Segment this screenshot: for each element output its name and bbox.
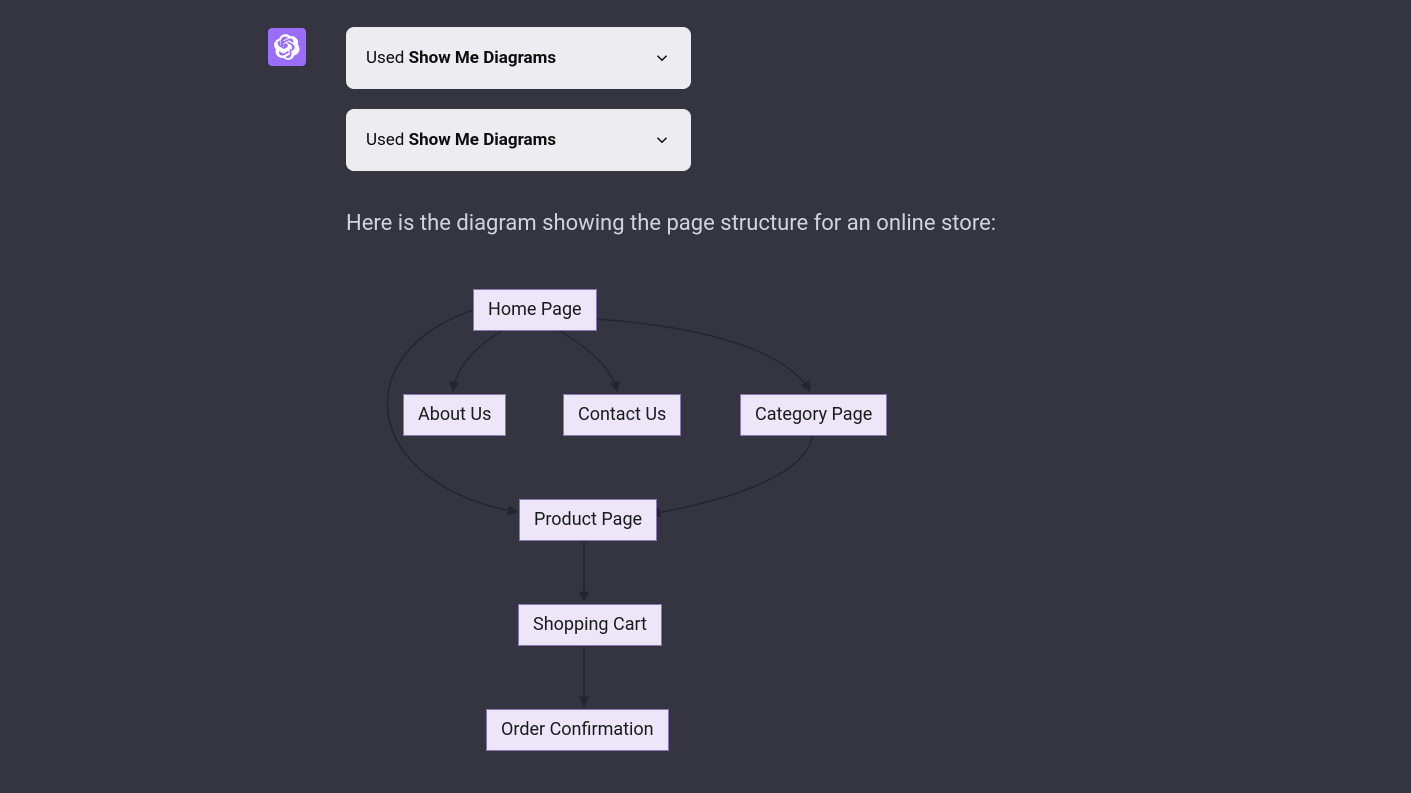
plugin-call-collapsible[interactable]: Used Show Me Diagrams xyxy=(346,109,691,171)
plugin-call-collapsible[interactable]: Used Show Me Diagrams xyxy=(346,27,691,89)
chevron-down-icon xyxy=(653,131,671,149)
plugin-call-label: Used Show Me Diagrams xyxy=(366,130,556,150)
message-content: Used Show Me Diagrams Used Show Me Diagr… xyxy=(346,27,996,776)
diagram-node-cart: Shopping Cart xyxy=(518,604,662,646)
plugin-call-label: Used Show Me Diagrams xyxy=(366,48,556,68)
diagram: Home Page About Us Contact Us Category P… xyxy=(346,286,906,776)
openai-logo-icon xyxy=(274,34,300,60)
message-text: Here is the diagram showing the page str… xyxy=(346,211,996,236)
chevron-down-icon xyxy=(653,49,671,67)
diagram-node-about: About Us xyxy=(403,394,506,436)
diagram-node-home: Home Page xyxy=(473,289,597,331)
diagram-node-contact: Contact Us xyxy=(563,394,681,436)
diagram-node-category: Category Page xyxy=(740,394,887,436)
assistant-avatar xyxy=(268,28,306,66)
diagram-node-product: Product Page xyxy=(519,499,657,541)
diagram-node-order: Order Confirmation xyxy=(486,709,669,751)
